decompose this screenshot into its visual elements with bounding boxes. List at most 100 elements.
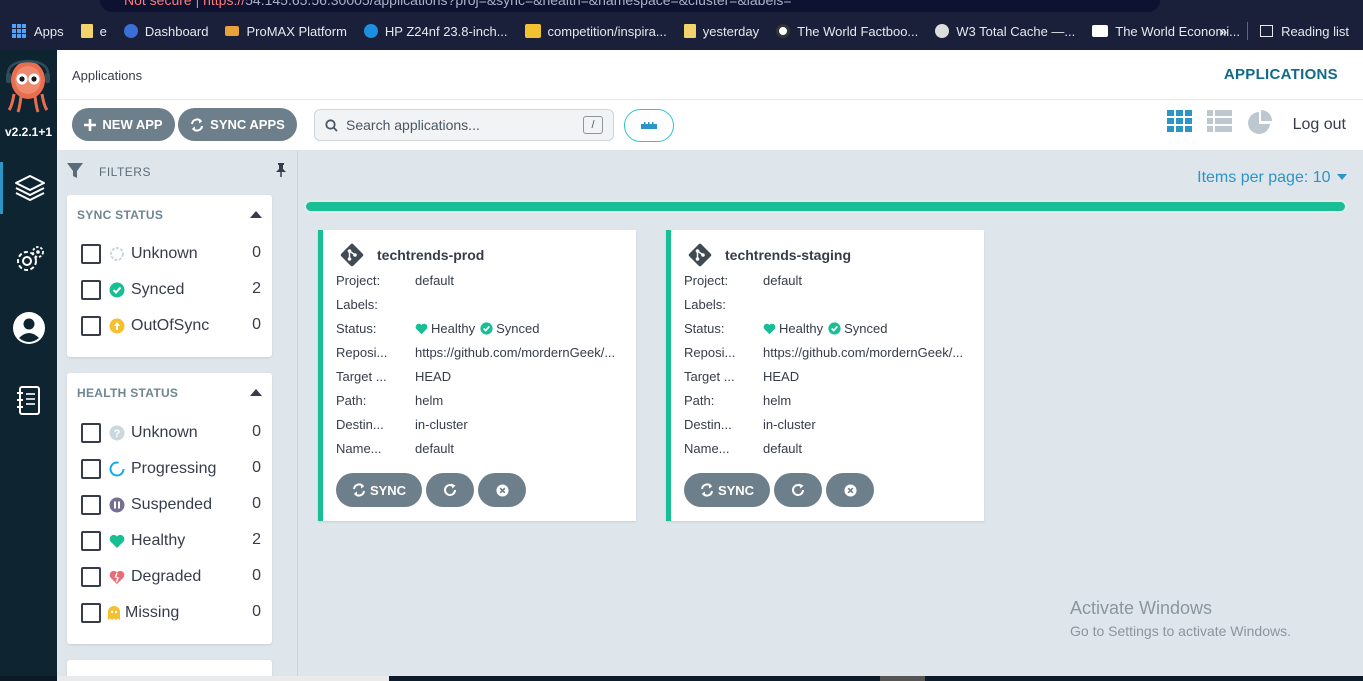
- collapse-icon[interactable]: [250, 211, 262, 218]
- activate-windows-watermark: Activate Windows Go to Settings to activ…: [1070, 598, 1291, 639]
- app-field-repository: Reposi... https://github.com/mordernGeek/…: [336, 345, 626, 361]
- sync-button[interactable]: SYNC: [336, 473, 422, 507]
- app-card[interactable]: techtrends-prod Project: default Labels: …: [318, 230, 636, 521]
- search-shortcut-hint: /: [583, 116, 603, 134]
- filter-health-unknown[interactable]: ? Unknown 0: [81, 422, 261, 444]
- argo-logo[interactable]: [4, 58, 52, 114]
- app-name[interactable]: techtrends-prod: [377, 247, 484, 263]
- address-bar[interactable]: Not secure | https://54.145.65.56:30005/…: [100, 0, 1160, 12]
- checkbox[interactable]: [81, 459, 101, 479]
- sync-icon: [191, 117, 204, 132]
- list-view-icon[interactable]: [1207, 110, 1233, 134]
- filter-sync-synced[interactable]: Synced 2: [81, 279, 261, 301]
- heart-icon: [763, 323, 776, 334]
- bookmark-dashboard[interactable]: Dashboard: [123, 24, 208, 39]
- nav-settings[interactable]: [0, 234, 57, 286]
- filter-label: Healthy: [131, 532, 186, 549]
- bookmark-label: competition/inspira...: [547, 23, 667, 39]
- nav-user-info[interactable]: [0, 302, 57, 354]
- bookmark-apps[interactable]: Apps: [12, 24, 64, 39]
- filter-count: 2: [252, 280, 261, 297]
- filter-health-suspended[interactable]: Suspended 0: [81, 494, 261, 516]
- bookmark-w3-total-cache[interactable]: W3 Total Cache —...: [935, 24, 1075, 39]
- pin-icon[interactable]: [275, 163, 287, 177]
- field-value: default: [763, 273, 803, 288]
- refresh-button[interactable]: [774, 473, 822, 507]
- filter-health-healthy[interactable]: Healthy 2: [81, 530, 261, 552]
- checkbox[interactable]: [81, 495, 101, 515]
- refresh-icon: [444, 483, 457, 496]
- filter-label: OutOfSync: [131, 317, 210, 334]
- delete-button[interactable]: [478, 473, 526, 507]
- reading-list-button[interactable]: Reading list: [1281, 24, 1349, 39]
- field-key: Destin...: [336, 417, 384, 432]
- bookmark-yesterday[interactable]: yesterday: [683, 23, 760, 39]
- items-per-page-selector[interactable]: Items per page: 10: [1197, 169, 1347, 187]
- new-app-button[interactable]: NEW APP: [72, 108, 175, 141]
- more-bookmarks-button[interactable]: »: [1220, 24, 1227, 39]
- bookmark-label: Apps: [34, 23, 64, 39]
- filter-label: Synced: [131, 281, 185, 298]
- health-status: Healthy: [779, 321, 824, 336]
- namespace-filter-toggle[interactable]: [624, 109, 674, 142]
- card-actions: SYNC: [336, 473, 526, 507]
- layers-icon: [15, 175, 45, 201]
- field-key: Name...: [684, 441, 730, 456]
- checkbox[interactable]: [81, 531, 101, 551]
- summary-pie-icon[interactable]: [1247, 110, 1273, 136]
- checkbox[interactable]: [81, 423, 101, 443]
- bookmark-promax[interactable]: ProMAX Platform: [225, 23, 347, 39]
- filter-health-progressing[interactable]: Progressing 0: [81, 458, 261, 480]
- sync-apps-button[interactable]: SYNC APPS: [178, 108, 297, 141]
- field-value: default: [415, 273, 455, 288]
- field-value: default: [763, 441, 803, 456]
- app-name[interactable]: techtrends-staging: [725, 247, 851, 263]
- nav-applications[interactable]: [0, 162, 57, 214]
- checkbox[interactable]: [81, 244, 101, 264]
- filter-sync-outofsync[interactable]: OutOfSync 0: [81, 315, 261, 337]
- filter-health-missing[interactable]: Missing 0: [81, 602, 261, 624]
- reading-list-icon: [1260, 25, 1274, 37]
- folder-icon: [80, 24, 93, 38]
- bookmark-e[interactable]: e: [80, 24, 107, 39]
- breadcrumb[interactable]: Applications: [72, 68, 142, 83]
- sync-icon: [352, 483, 365, 497]
- field-value: https://github.com/mordernGeek/...: [763, 345, 964, 360]
- search-box[interactable]: /: [314, 109, 614, 141]
- filter-health-degraded[interactable]: Degraded 0: [81, 566, 261, 588]
- field-key: Name...: [336, 441, 382, 456]
- field-key: Project:: [684, 273, 729, 288]
- refresh-button[interactable]: [426, 473, 474, 507]
- bookmark-hp[interactable]: HP Z24nf 23.8-inch...: [363, 24, 508, 39]
- sync-label: SYNC: [717, 482, 755, 498]
- user-icon: [12, 312, 45, 344]
- checkbox[interactable]: [81, 280, 101, 300]
- bookmark-world-economic[interactable]: The World Economi...: [1092, 24, 1240, 39]
- sync-button[interactable]: SYNC: [684, 473, 770, 507]
- app-field-target-revision: Target ... HEAD: [684, 369, 974, 385]
- collapse-icon[interactable]: [250, 389, 262, 396]
- checkbox[interactable]: [81, 316, 101, 336]
- broken-heart-icon: [109, 569, 125, 585]
- tiles-view-icon[interactable]: [1167, 110, 1193, 134]
- delete-button[interactable]: [826, 473, 874, 507]
- logout-link[interactable]: Log out: [1293, 116, 1346, 134]
- progress-ring-icon: [109, 461, 125, 477]
- filter-sync-unknown[interactable]: Unknown 0: [81, 243, 261, 265]
- search-input[interactable]: [346, 117, 576, 133]
- bookmark-label: ProMAX Platform: [246, 23, 347, 39]
- question-circle-icon: ?: [109, 425, 125, 441]
- bookmark-competition[interactable]: competition/inspira...: [524, 23, 667, 39]
- divider: [1247, 22, 1249, 40]
- field-key: Destin...: [684, 417, 732, 432]
- field-value: HEAD: [415, 369, 452, 384]
- bookmark-label: yesterday: [702, 23, 760, 39]
- checkbox[interactable]: [81, 603, 101, 623]
- field-value: Healthy Synced: [763, 321, 973, 336]
- bookmark-world-factbook[interactable]: The World Factboo...: [776, 24, 918, 39]
- checkbox[interactable]: [81, 567, 101, 587]
- sync-status: Synced: [496, 321, 540, 336]
- nav-docs[interactable]: [0, 375, 57, 427]
- version-label: v2.2.1+1: [4, 125, 53, 139]
- app-card[interactable]: techtrends-staging Project: default Label…: [666, 230, 984, 521]
